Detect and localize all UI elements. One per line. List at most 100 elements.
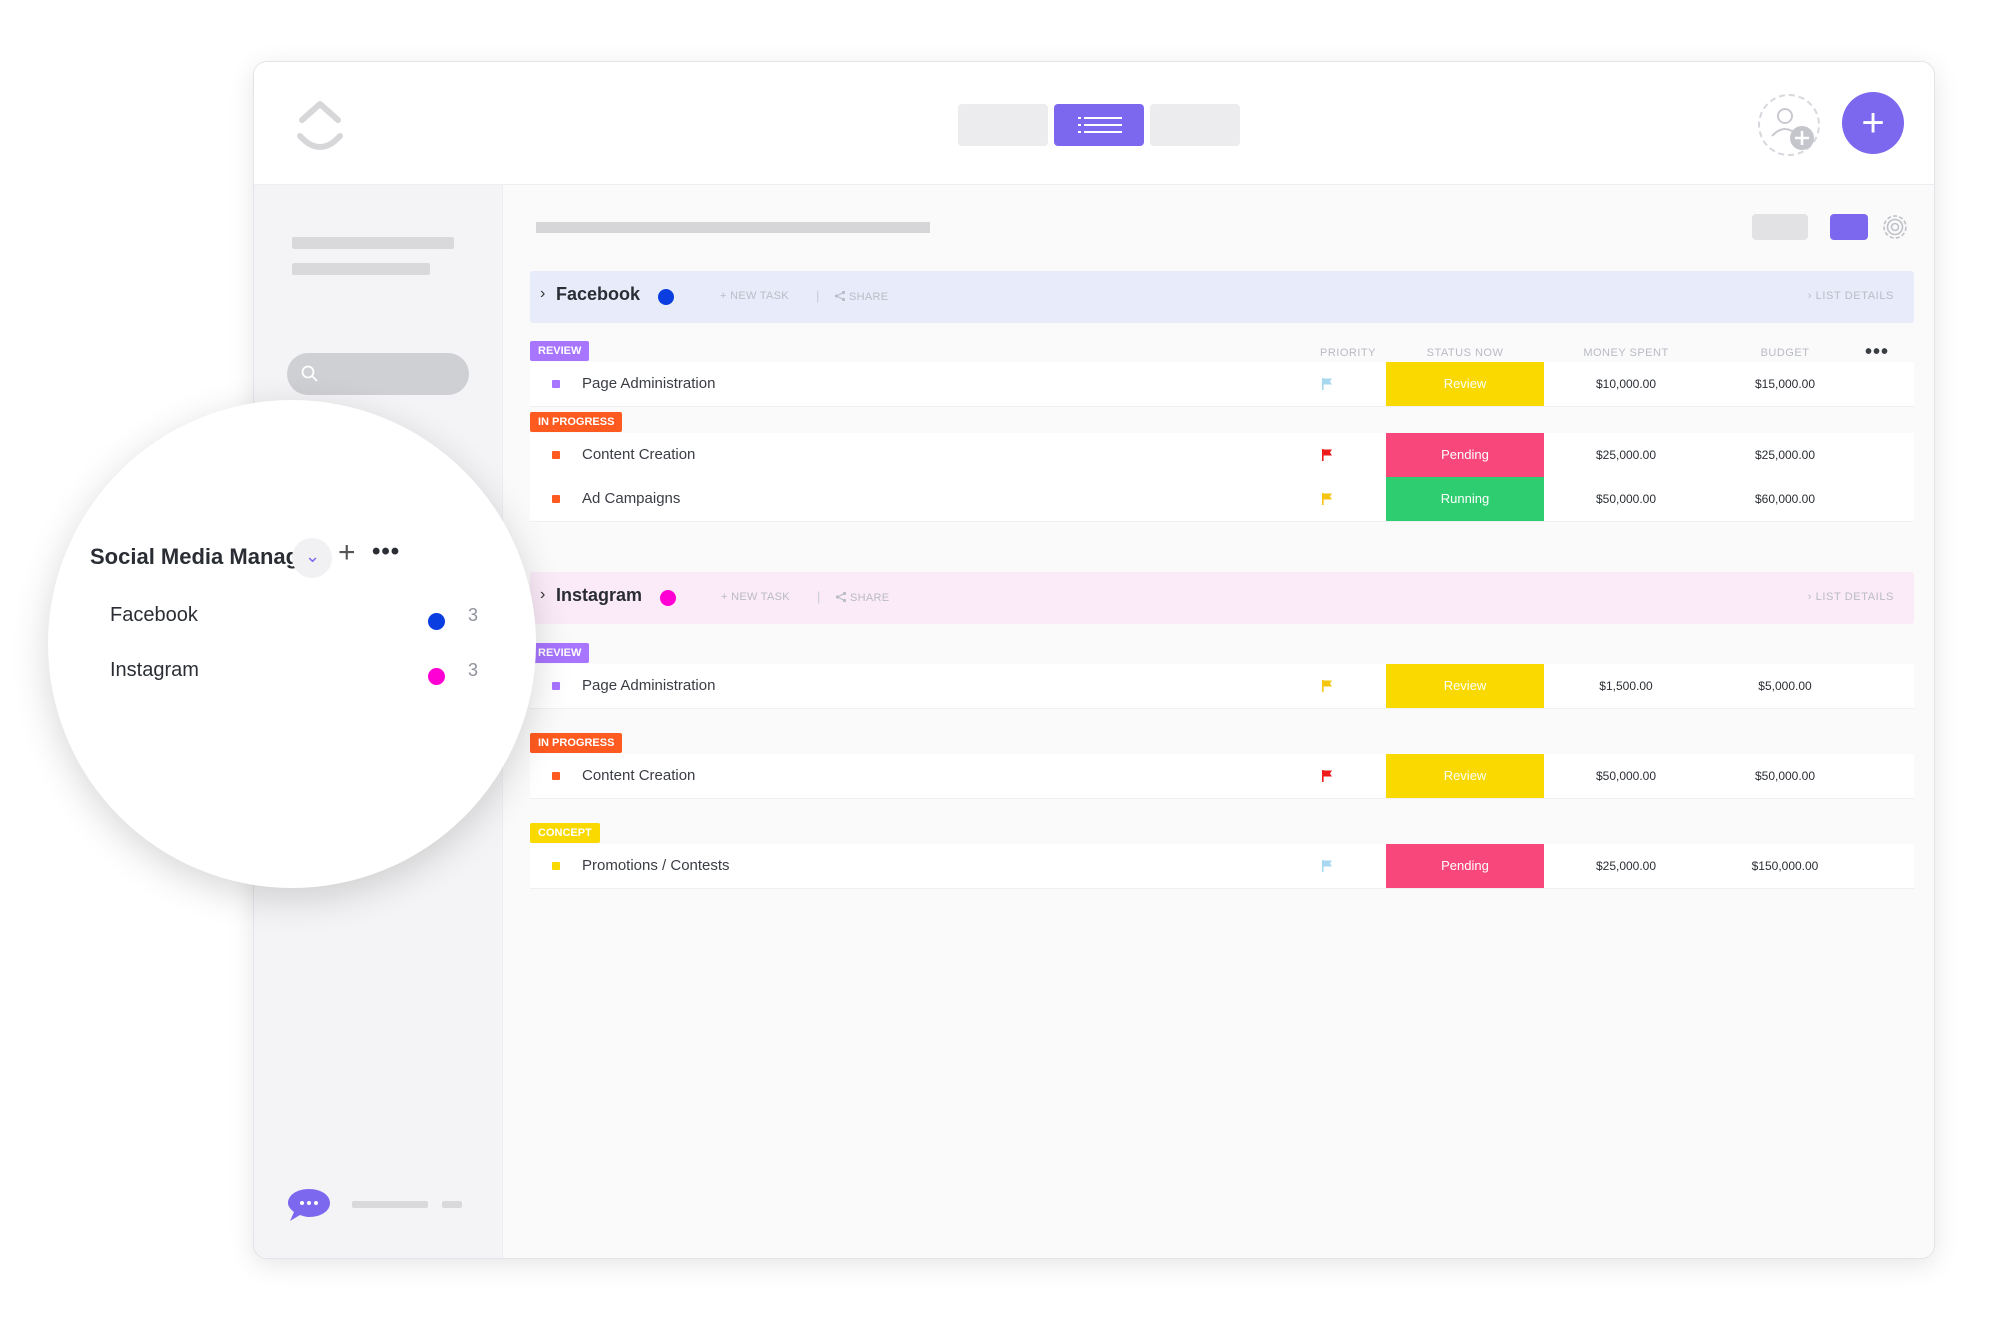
table-row[interactable]: Promotions / Contests Pending $25,000.00… xyxy=(530,844,1914,889)
new-task-link[interactable]: + NEW TASK xyxy=(720,290,789,302)
share-link[interactable]: SHARE xyxy=(834,290,888,303)
toolbar-button[interactable] xyxy=(1752,214,1808,240)
table-row[interactable]: Page Administration Review $1,500.00 $5,… xyxy=(530,664,1914,709)
more-options-icon[interactable]: ••• xyxy=(1865,341,1889,364)
list-icon xyxy=(1078,117,1122,133)
status-square xyxy=(552,380,560,388)
toolbar-button-active[interactable] xyxy=(1830,214,1868,240)
status-badge[interactable]: Review xyxy=(1386,664,1544,708)
status-badge[interactable]: Review xyxy=(1386,362,1544,406)
flag-icon[interactable] xyxy=(1319,447,1335,463)
status-badge[interactable]: Pending xyxy=(1386,433,1544,477)
money-spent-cell: $50,000.00 xyxy=(1595,492,1657,506)
status-group-badge: CONCEPT xyxy=(530,823,600,843)
table-row[interactable]: Page Administration Review $10,000.00 $1… xyxy=(530,362,1914,407)
list-color-dot xyxy=(428,668,445,685)
share-label: SHARE xyxy=(849,291,889,303)
view-tab-box[interactable] xyxy=(1150,104,1240,146)
flag-icon[interactable] xyxy=(1319,376,1335,392)
task-name: Content Creation xyxy=(582,446,696,463)
new-task-link[interactable]: + NEW TASK xyxy=(721,591,790,603)
flag-icon[interactable] xyxy=(1319,491,1335,507)
search-input[interactable] xyxy=(287,353,469,395)
table-row[interactable]: Content Creation Review $50,000.00 $50,0… xyxy=(530,754,1914,799)
add-button[interactable]: + xyxy=(1842,92,1904,154)
page-title-skeleton xyxy=(536,222,930,233)
status-badge[interactable]: Review xyxy=(1386,754,1544,798)
budget-cell: $150,000.00 xyxy=(1751,859,1819,873)
sidebar-skeleton-line xyxy=(292,263,430,275)
chevron-right-icon: › xyxy=(1807,290,1816,302)
chat-icon[interactable] xyxy=(286,1187,332,1223)
separator: | xyxy=(816,288,820,303)
column-header-budget: BUDGET xyxy=(1760,347,1810,359)
sidebar-item-instagram[interactable]: Instagram xyxy=(110,659,199,682)
status-square xyxy=(552,682,560,690)
invite-user-button[interactable] xyxy=(1758,94,1820,156)
list-details-link[interactable]: › LIST DETAILS xyxy=(1808,290,1894,302)
column-header-status: STATUS NOW xyxy=(1426,347,1504,359)
group-name: Instagram xyxy=(556,585,643,605)
chevron-right-icon: › xyxy=(1807,591,1816,603)
task-name: Ad Campaigns xyxy=(582,490,681,507)
table-row[interactable]: Content Creation Pending $25,000.00 $25,… xyxy=(530,433,1914,478)
plus-icon[interactable]: + xyxy=(338,536,356,570)
top-bar: + xyxy=(254,62,1934,185)
status-square xyxy=(552,772,560,780)
flag-icon[interactable] xyxy=(1319,858,1335,874)
task-name: Page Administration xyxy=(582,375,716,392)
separator: | xyxy=(817,589,821,604)
group-color-dot xyxy=(660,590,676,606)
share-icon xyxy=(834,290,846,302)
task-count: 3 xyxy=(468,605,479,625)
task-count: 3 xyxy=(468,660,479,680)
task-name: Promotions / Contests xyxy=(582,857,730,874)
sidebar-skeleton-line xyxy=(352,1201,428,1208)
status-badge[interactable]: Pending xyxy=(1386,844,1544,888)
plus-icon: + xyxy=(1861,101,1885,145)
status-group-badge: IN PROGRESS xyxy=(530,412,623,432)
budget-cell: $15,000.00 xyxy=(1754,377,1816,391)
list-color-dot xyxy=(428,613,445,630)
gear-icon[interactable] xyxy=(1878,210,1912,244)
group-color-dot xyxy=(658,289,674,305)
flag-icon[interactable] xyxy=(1319,678,1335,694)
more-options-icon[interactable]: ••• xyxy=(372,538,400,566)
money-spent-cell: $10,000.00 xyxy=(1595,377,1657,391)
group-name: Facebook xyxy=(556,284,641,304)
table-row[interactable]: Ad Campaigns Running $50,000.00 $60,000.… xyxy=(530,477,1914,522)
share-icon xyxy=(835,591,847,603)
status-badge[interactable]: Running xyxy=(1386,477,1544,521)
group-header-instagram[interactable]: › Instagram + NEW TASK | SHARE › LIST DE… xyxy=(530,572,1914,624)
sidebar-skeleton-line xyxy=(292,237,454,249)
list-details-label: LIST DETAILS xyxy=(1815,591,1894,603)
main-content xyxy=(503,185,1934,1258)
money-spent-cell: $50,000.00 xyxy=(1595,769,1657,783)
chevron-right-icon[interactable]: › xyxy=(540,285,545,303)
share-label: SHARE xyxy=(850,592,890,604)
view-tab-list[interactable] xyxy=(1054,104,1144,146)
column-header-priority: PRIORITY xyxy=(1320,347,1376,359)
status-group-badge: REVIEW xyxy=(530,643,590,663)
budget-cell: $60,000.00 xyxy=(1754,492,1816,506)
zoom-magnifier: Social Media Manage... ⌄ + ••• Facebook … xyxy=(48,400,536,888)
collapse-button[interactable]: ⌄ xyxy=(292,538,332,578)
money-spent-cell: $25,000.00 xyxy=(1595,859,1657,873)
sidebar-item-facebook[interactable]: Facebook xyxy=(110,604,198,627)
add-user-icon xyxy=(1771,108,1814,150)
sidebar-skeleton-line xyxy=(442,1201,462,1208)
money-spent-cell: $25,000.00 xyxy=(1595,448,1657,462)
share-link[interactable]: SHARE xyxy=(835,591,889,604)
clickup-logo-icon[interactable] xyxy=(290,92,350,152)
column-header-spent: MONEY SPENT xyxy=(1583,347,1669,359)
search-icon xyxy=(301,365,318,382)
task-name: Content Creation xyxy=(582,767,696,784)
group-header-facebook[interactable]: › Facebook + NEW TASK | SHARE › LIST DET… xyxy=(530,271,1914,323)
flag-icon[interactable] xyxy=(1319,768,1335,784)
list-details-label: LIST DETAILS xyxy=(1815,290,1894,302)
status-group-badge: IN PROGRESS xyxy=(530,733,623,753)
list-details-link[interactable]: › LIST DETAILS xyxy=(1808,591,1894,603)
chevron-right-icon[interactable]: › xyxy=(540,586,545,604)
view-tab-board[interactable] xyxy=(958,104,1048,146)
status-square xyxy=(552,862,560,870)
